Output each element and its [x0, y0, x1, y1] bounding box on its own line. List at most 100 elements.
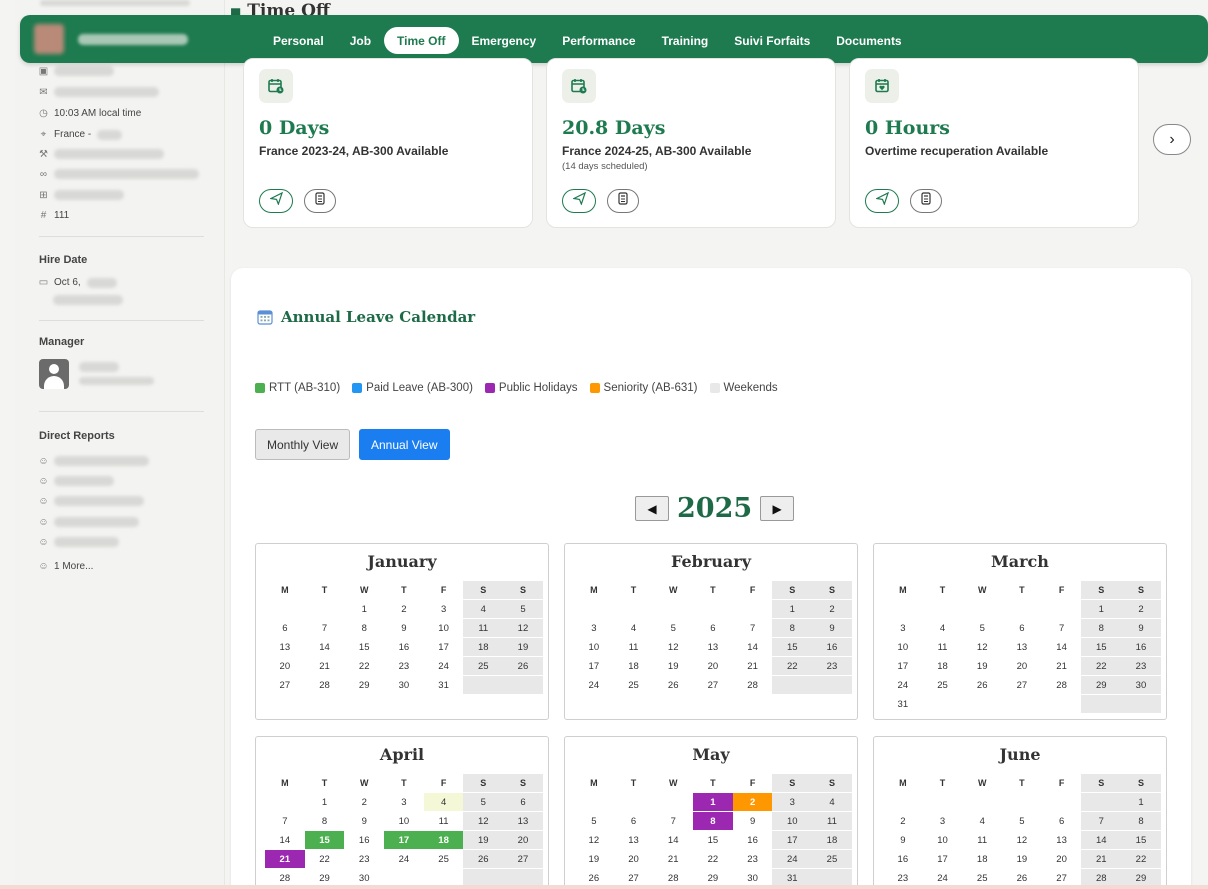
- day-cell[interactable]: 20: [503, 831, 543, 850]
- direct-report-item[interactable]: ☺: [38, 537, 119, 548]
- day-cell[interactable]: 17: [574, 657, 614, 676]
- tab-time-off[interactable]: Time Off: [384, 27, 459, 54]
- day-cell[interactable]: 11: [962, 831, 1003, 850]
- day-cell[interactable]: 8: [304, 812, 345, 831]
- tab-emergency[interactable]: Emergency: [459, 27, 550, 54]
- day-cell[interactable]: 10: [772, 812, 813, 831]
- day-cell[interactable]: 5: [653, 619, 694, 638]
- manager-avatar[interactable]: [39, 359, 69, 389]
- day-cell[interactable]: 28: [304, 676, 345, 695]
- day-cell[interactable]: 1: [304, 793, 345, 812]
- day-cell[interactable]: 30: [384, 676, 424, 695]
- day-cell[interactable]: 11: [423, 812, 464, 831]
- day-cell[interactable]: 28: [732, 676, 773, 695]
- day-cell[interactable]: 26: [962, 676, 1003, 695]
- day-cell[interactable]: 17: [423, 638, 464, 657]
- day-cell[interactable]: 3: [922, 812, 963, 831]
- day-cell[interactable]: 3: [574, 619, 614, 638]
- direct-report-item[interactable]: ☺: [38, 496, 144, 507]
- day-cell[interactable]: 16: [344, 831, 385, 850]
- day-cell[interactable]: 1: [344, 600, 385, 619]
- direct-report-item[interactable]: ☺: [38, 456, 149, 467]
- day-cell[interactable]: 2: [812, 600, 852, 619]
- day-cell[interactable]: 12: [962, 638, 1003, 657]
- day-cell[interactable]: 6: [693, 619, 733, 638]
- direct-report-item[interactable]: ☺: [38, 517, 139, 528]
- day-cell[interactable]: 21: [304, 657, 345, 676]
- day-cell[interactable]: 1: [772, 600, 813, 619]
- day-cell[interactable]: 8: [1121, 812, 1161, 831]
- day-cell[interactable]: 15: [772, 638, 813, 657]
- day-cell[interactable]: 13: [1041, 831, 1082, 850]
- day-cell[interactable]: 12: [503, 619, 543, 638]
- day-cell[interactable]: 31: [883, 695, 923, 714]
- calculator-button[interactable]: [304, 189, 336, 213]
- day-cell[interactable]: 21: [653, 850, 694, 869]
- day-cell[interactable]: 19: [1002, 850, 1042, 869]
- day-cell[interactable]: 2: [883, 812, 923, 831]
- day-cell[interactable]: 17: [384, 831, 424, 850]
- day-cell[interactable]: 7: [1081, 812, 1122, 831]
- day-cell[interactable]: 8: [772, 619, 813, 638]
- day-cell[interactable]: 6: [1002, 619, 1042, 638]
- day-cell[interactable]: 21: [1041, 657, 1082, 676]
- day-cell[interactable]: 6: [265, 619, 305, 638]
- day-cell[interactable]: 19: [574, 850, 614, 869]
- day-cell[interactable]: 27: [693, 676, 733, 695]
- day-cell[interactable]: 16: [1121, 638, 1161, 657]
- day-cell[interactable]: 3: [883, 619, 923, 638]
- direct-report-item[interactable]: ☺: [38, 476, 114, 487]
- day-cell[interactable]: 12: [1002, 831, 1042, 850]
- day-cell[interactable]: 23: [1121, 657, 1161, 676]
- tab-performance[interactable]: Performance: [549, 27, 648, 54]
- day-cell[interactable]: 30: [1121, 676, 1161, 695]
- annual-view-button[interactable]: Annual View: [359, 429, 450, 460]
- day-cell[interactable]: 13: [693, 638, 733, 657]
- tab-training[interactable]: Training: [649, 27, 722, 54]
- request-time-off-button[interactable]: [562, 189, 596, 213]
- day-cell[interactable]: 14: [1041, 638, 1082, 657]
- day-cell[interactable]: 2: [384, 600, 424, 619]
- day-cell[interactable]: 4: [613, 619, 654, 638]
- day-cell[interactable]: 16: [812, 638, 852, 657]
- day-cell[interactable]: 16: [883, 850, 923, 869]
- day-cell[interactable]: 1: [1121, 793, 1161, 812]
- day-cell[interactable]: 25: [423, 850, 464, 869]
- day-cell[interactable]: 18: [812, 831, 852, 850]
- day-cell[interactable]: 10: [883, 638, 923, 657]
- request-time-off-button[interactable]: [865, 189, 899, 213]
- day-cell[interactable]: 10: [423, 619, 464, 638]
- day-cell[interactable]: 20: [265, 657, 305, 676]
- day-cell[interactable]: 29: [1081, 676, 1122, 695]
- day-cell[interactable]: 20: [1002, 657, 1042, 676]
- day-cell[interactable]: 4: [922, 619, 963, 638]
- day-cell[interactable]: 17: [922, 850, 963, 869]
- day-cell[interactable]: 5: [1002, 812, 1042, 831]
- monthly-view-button[interactable]: Monthly View: [255, 429, 351, 460]
- day-cell[interactable]: 13: [503, 812, 543, 831]
- tab-job[interactable]: Job: [337, 27, 384, 54]
- day-cell[interactable]: 12: [463, 812, 504, 831]
- day-cell[interactable]: 9: [384, 619, 424, 638]
- day-cell[interactable]: 20: [693, 657, 733, 676]
- day-cell[interactable]: 10: [574, 638, 614, 657]
- day-cell[interactable]: 11: [463, 619, 504, 638]
- day-cell[interactable]: 5: [463, 793, 504, 812]
- day-cell[interactable]: 7: [653, 812, 694, 831]
- day-cell[interactable]: 20: [613, 850, 654, 869]
- day-cell[interactable]: 9: [732, 812, 773, 831]
- day-cell[interactable]: 22: [344, 657, 385, 676]
- day-cell[interactable]: 4: [423, 793, 464, 812]
- day-cell[interactable]: 15: [1081, 638, 1122, 657]
- day-cell[interactable]: 23: [732, 850, 773, 869]
- day-cell[interactable]: 27: [503, 850, 543, 869]
- day-cell[interactable]: 1: [693, 793, 733, 812]
- day-cell[interactable]: 6: [503, 793, 543, 812]
- day-cell[interactable]: 14: [653, 831, 694, 850]
- day-cell[interactable]: 9: [812, 619, 852, 638]
- day-cell[interactable]: 18: [463, 638, 504, 657]
- day-cell[interactable]: 16: [732, 831, 773, 850]
- day-cell[interactable]: 25: [812, 850, 852, 869]
- day-cell[interactable]: 4: [962, 812, 1003, 831]
- day-cell[interactable]: 22: [1081, 657, 1122, 676]
